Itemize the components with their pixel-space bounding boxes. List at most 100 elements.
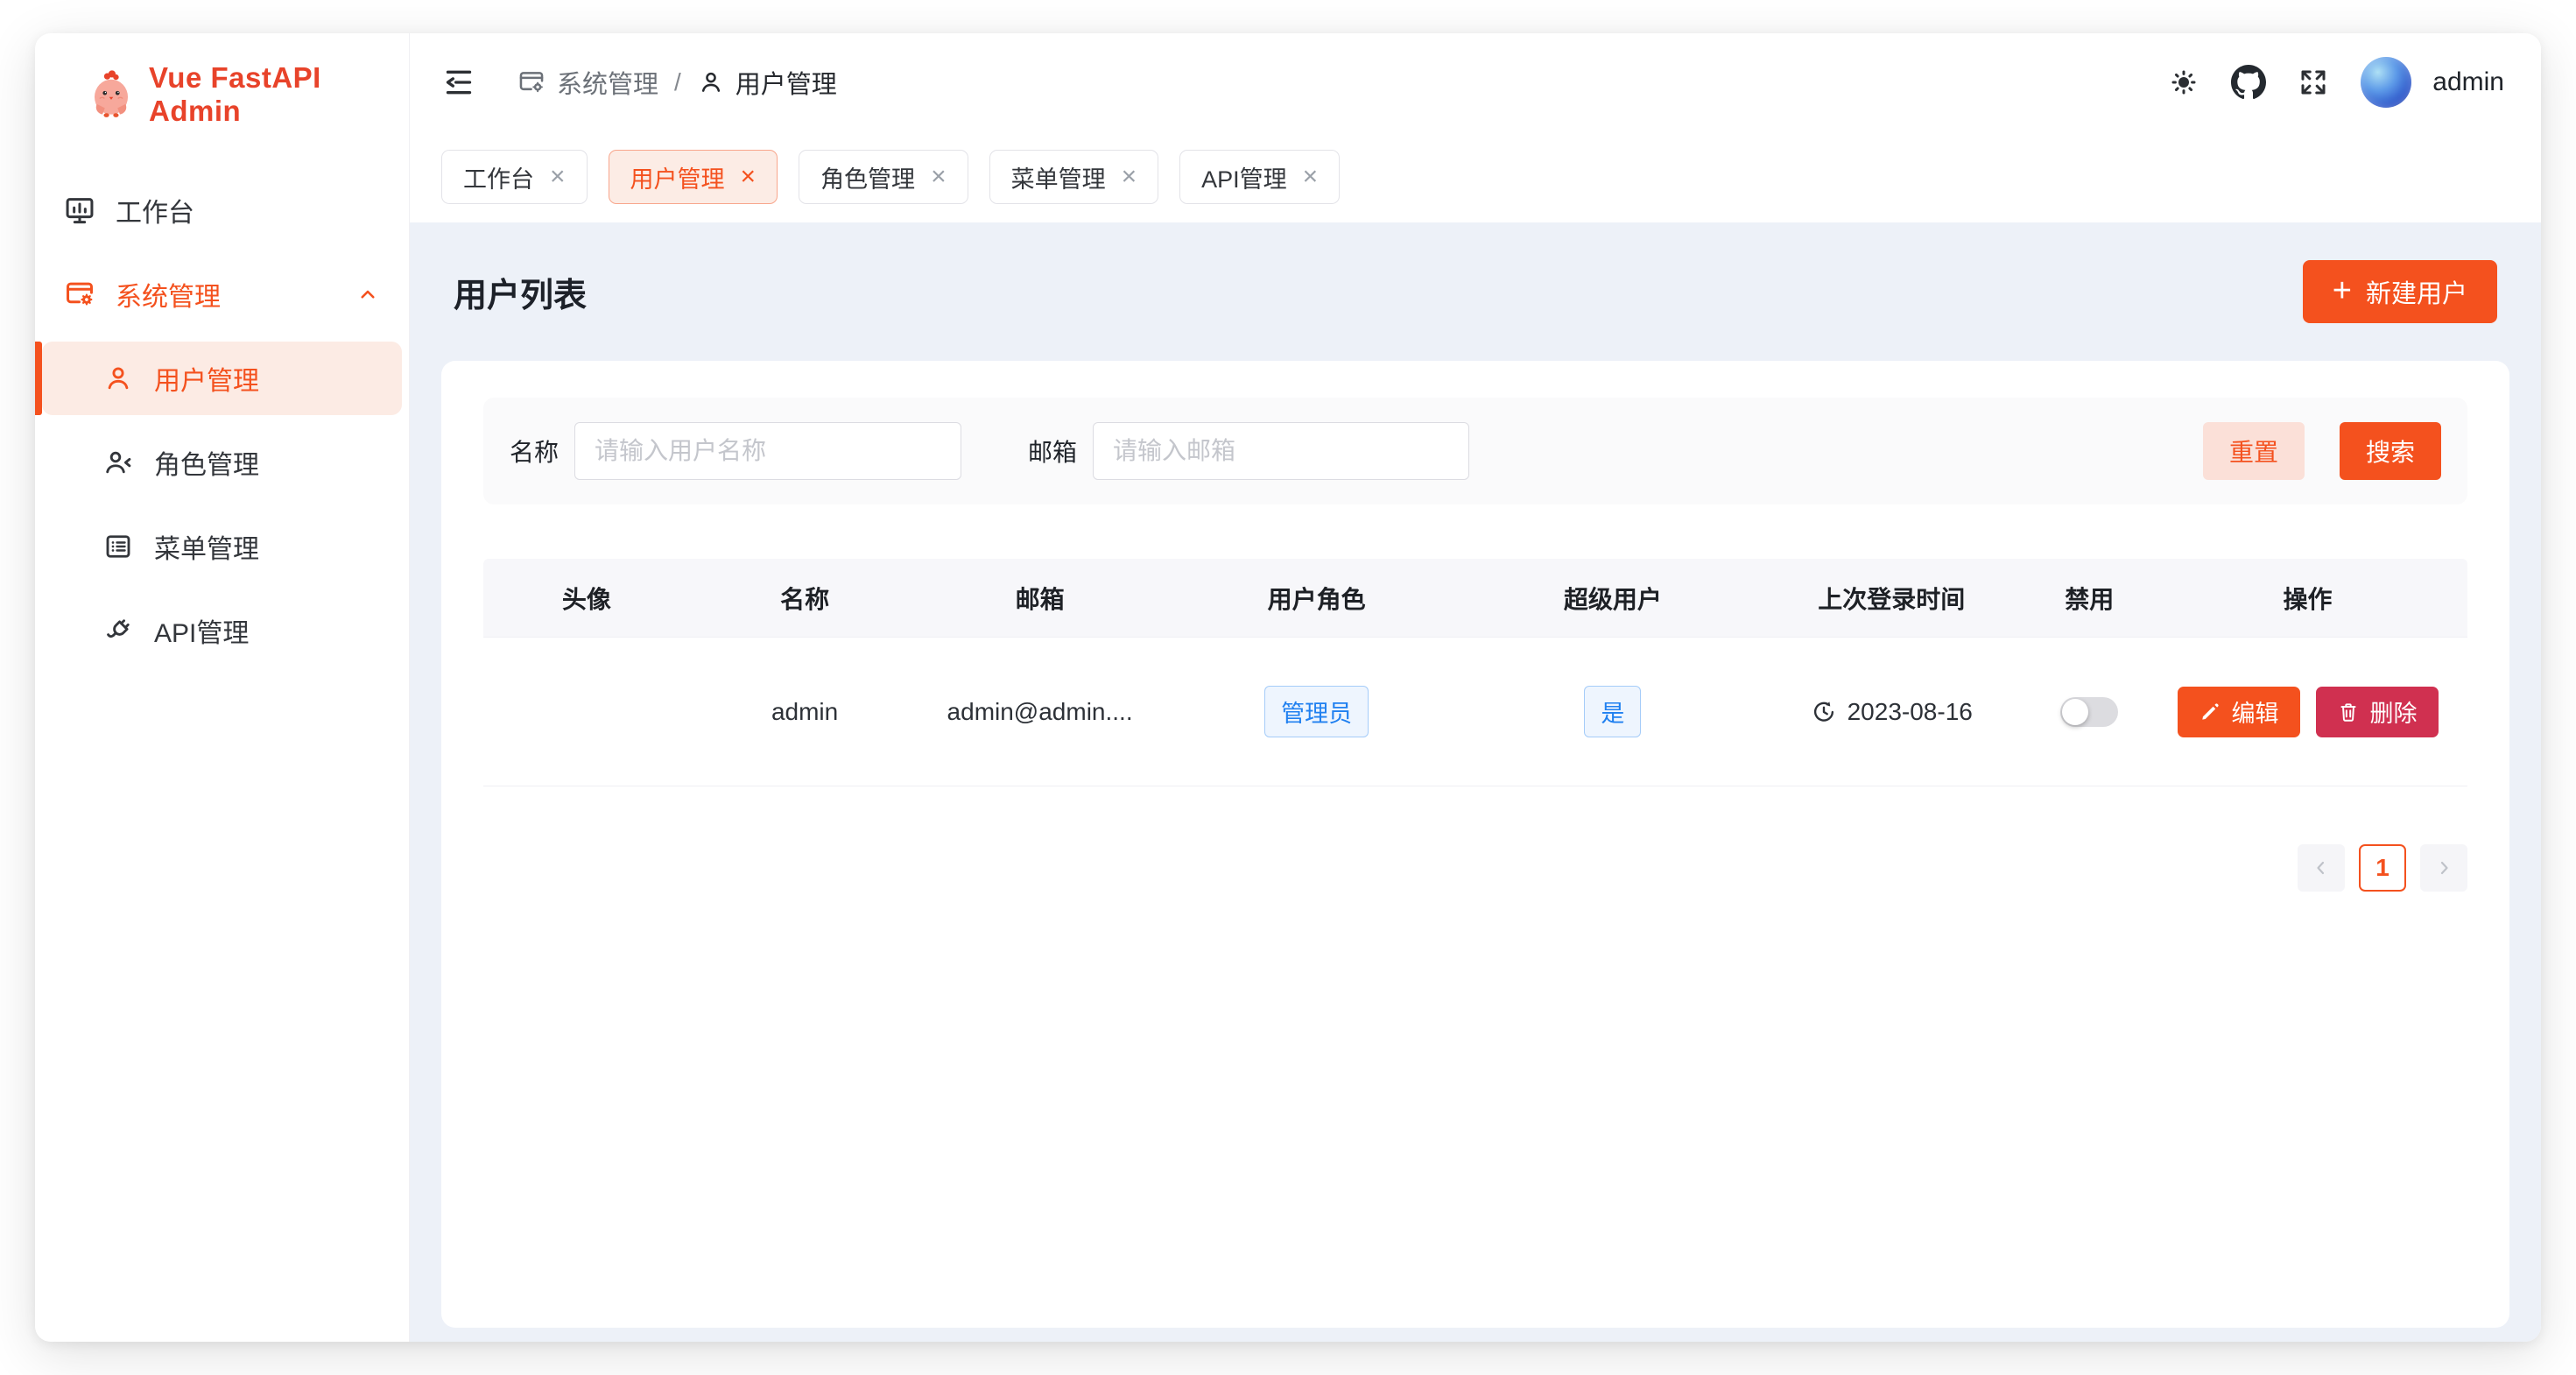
email-filter-label: 邮箱 [1028,434,1077,469]
sidebar-menu: 工作台 系统管理 [35,173,409,678]
app-logo[interactable]: Vue FastAPI Admin [35,33,409,151]
tab-workbench[interactable]: 工作台 × [441,150,588,204]
search-button[interactable]: 搜索 [2340,422,2441,480]
cell-role: 管理员 [1160,686,1474,737]
app-title: Vue FastAPI Admin [149,61,400,128]
system-window-gear-icon [63,278,96,311]
cell-email: admin@admin.... [920,698,1160,726]
content-card: 名称 邮箱 重置 搜索 头像 名称 邮箱 用户角色 [441,361,2509,1328]
username-label[interactable]: admin [2432,67,2504,97]
cell-disabled [2031,697,2148,727]
new-user-button-label: 新建用户 [2366,273,2467,310]
plug-icon [102,614,135,647]
col-disabled: 禁用 [2031,581,2148,616]
close-icon[interactable]: × [550,164,566,190]
sidebar-collapse-icon[interactable] [441,65,476,100]
chevron-right-icon [2433,857,2454,878]
chevron-left-icon [2311,857,2332,878]
cell-name: admin [690,698,920,726]
chick-logo-icon [86,69,137,120]
last-login-date: 2023-08-16 [1848,698,1973,726]
tab-roles[interactable]: 角色管理 × [799,150,968,204]
tab-label: 菜单管理 [1011,160,1106,194]
cell-last-login: 2023-08-16 [1752,698,2031,726]
fullscreen-icon[interactable] [2298,67,2329,98]
chevron-up-icon [355,281,381,307]
user-avatar[interactable] [2361,57,2411,108]
table-header-row: 头像 名称 邮箱 用户角色 超级用户 上次登录时间 禁用 操作 [483,559,2467,638]
tab-label: API管理 [1201,160,1287,194]
system-window-gear-icon [517,67,546,97]
delete-button[interactable]: 删除 [2316,687,2439,737]
col-superuser: 超级用户 [1474,581,1752,616]
disabled-toggle[interactable] [2060,697,2118,727]
theme-sun-icon[interactable] [2168,67,2199,98]
tab-users[interactable]: 用户管理 × [609,150,778,204]
page-header: 用户列表 + 新建用户 [441,222,2509,361]
breadcrumb: 系统管理 / 用户管理 [517,64,837,101]
sidebar-item-label: 工作台 [116,191,194,229]
name-filter-label: 名称 [510,434,559,469]
reset-button[interactable]: 重置 [2203,422,2305,480]
trash-icon [2337,701,2360,723]
filter-bar: 名称 邮箱 重置 搜索 [483,398,2467,504]
user-icon [102,362,135,395]
sidebar-item-apis[interactable]: API管理 [42,594,402,667]
workbench-monitor-icon [63,194,96,227]
col-avatar: 头像 [483,581,690,616]
next-page-button[interactable] [2420,844,2467,892]
sidebar-item-roles[interactable]: 角色管理 [42,426,402,499]
page-title: 用户列表 [454,268,587,316]
email-filter-input[interactable] [1093,422,1469,480]
sidebar-item-label: 用户管理 [154,359,259,398]
delete-button-label: 删除 [2370,695,2418,729]
cell-superuser: 是 [1474,686,1752,737]
name-filter-input[interactable] [574,422,961,480]
close-icon[interactable]: × [1303,164,1319,190]
tab-label: 角色管理 [820,160,915,194]
sidebar-item-label: 角色管理 [154,443,259,482]
sidebar-item-menus[interactable]: 菜单管理 [42,510,402,583]
sidebar-item-label: 菜单管理 [154,527,259,566]
main-area: 系统管理 / 用户管理 [410,33,2541,1342]
sidebar-item-system[interactable]: 系统管理 [42,257,402,331]
toggle-knob [2062,699,2088,725]
cell-actions: 编辑 删除 [2148,687,2467,737]
col-name: 名称 [690,581,920,616]
user-icon [697,68,725,96]
user-switch-icon [102,446,135,479]
role-tag: 管理员 [1264,686,1369,737]
clock-history-icon [1811,699,1837,725]
sidebar: Vue FastAPI Admin 工作台 [35,33,410,1342]
close-icon[interactable]: × [1122,164,1137,190]
users-table: 头像 名称 邮箱 用户角色 超级用户 上次登录时间 禁用 操作 admin ad… [483,559,2467,786]
sidebar-item-users[interactable]: 用户管理 [42,342,402,415]
breadcrumb-separator: / [674,68,681,96]
tab-bar: 工作台 × 用户管理 × 角色管理 × 菜单管理 × API管理 × [410,131,2541,222]
edit-button[interactable]: 编辑 [2178,687,2300,737]
sidebar-item-label: 系统管理 [116,275,221,314]
new-user-button[interactable]: + 新建用户 [2303,260,2497,323]
tab-label: 用户管理 [630,160,725,194]
github-icon[interactable] [2231,65,2266,100]
filter-actions: 重置 搜索 [2203,422,2441,480]
table-row: admin admin@admin.... 管理员 是 [483,638,2467,786]
tab-menus[interactable]: 菜单管理 × [989,150,1159,204]
close-icon[interactable]: × [931,164,947,190]
page-1-button[interactable]: 1 [2359,844,2406,892]
list-icon [102,530,135,563]
prev-page-button[interactable] [2298,844,2345,892]
sidebar-item-label: API管理 [154,611,249,650]
breadcrumb-item-users[interactable]: 用户管理 [697,64,837,101]
breadcrumb-item-system[interactable]: 系统管理 [517,64,658,101]
superuser-tag: 是 [1584,686,1641,737]
col-last-login: 上次登录时间 [1752,581,2031,616]
pencil-icon [2199,701,2221,723]
tab-label: 工作台 [463,160,534,194]
close-icon[interactable]: × [741,164,757,190]
page-content: 用户列表 + 新建用户 名称 邮箱 重置 搜索 [410,222,2541,1342]
top-header: 系统管理 / 用户管理 [410,33,2541,131]
breadcrumb-label: 用户管理 [735,64,837,101]
sidebar-item-workbench[interactable]: 工作台 [42,173,402,247]
tab-apis[interactable]: API管理 × [1179,150,1340,204]
